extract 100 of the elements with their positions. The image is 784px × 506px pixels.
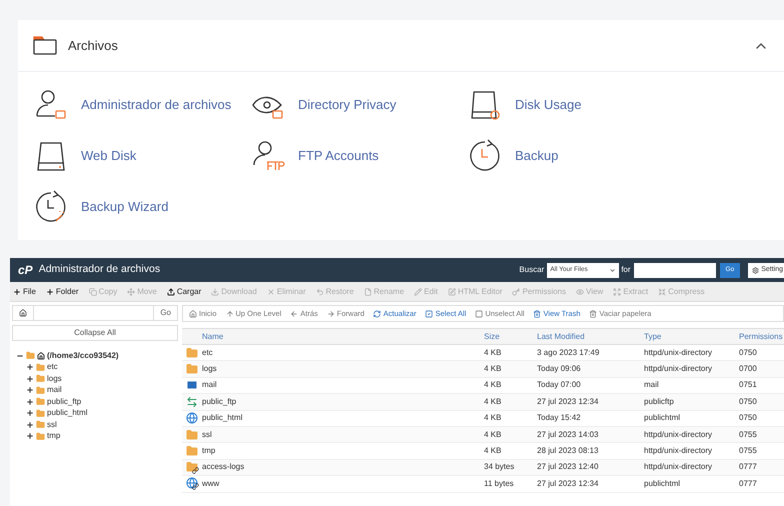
clock-wand-icon (34, 190, 68, 224)
table-cell-text: 4 KB (484, 346, 502, 359)
toolbar-button[interactable]: File (13, 286, 36, 298)
tree-item[interactable]: public_html (47, 407, 88, 420)
toolbar-button[interactable]: Folder (46, 286, 79, 298)
folder-icon (186, 445, 198, 458)
table-cell-text: 0700 (739, 363, 758, 376)
expand-icon[interactable] (26, 374, 34, 383)
collapse-all-button[interactable]: Collapse All (12, 325, 178, 341)
table-cell-text: 27 jul 2023 12:34 (537, 396, 600, 408)
feature-link[interactable]: FTP Accounts (251, 138, 468, 173)
file-icon (364, 288, 372, 296)
upload-icon (166, 288, 175, 296)
table-cell-text: httpd/unix-directory (644, 346, 714, 359)
feature-link[interactable]: Disk Usage (468, 87, 784, 122)
expand-icon[interactable] (26, 432, 34, 440)
home-icon[interactable] (19, 309, 27, 317)
user-ftp-icon (251, 138, 285, 172)
table-cell-text: 0755 (739, 445, 758, 458)
home-icon (189, 310, 197, 318)
table-cell-text: Today 07:00 (537, 379, 582, 392)
pencil-icon (414, 288, 422, 296)
column-header[interactable]: Name (202, 330, 484, 342)
arrow-left-icon (290, 310, 298, 318)
expand-icon[interactable] (26, 386, 34, 394)
column-header[interactable]: Last Modified (537, 330, 644, 342)
tree-item[interactable]: public_ftp (47, 396, 82, 408)
table-cell-text: 27 jul 2023 12:34 (537, 478, 600, 490)
table-cell-text: 4 KB (484, 396, 502, 408)
table-cell-text: httpd/unix-directory (644, 445, 714, 458)
file-name[interactable]: public_html (202, 412, 484, 424)
table-cell-text: 0777 (739, 461, 758, 474)
path-field[interactable]: Go (12, 305, 178, 321)
home-icon (37, 352, 45, 360)
table-cell-text: Today 09:06 (537, 363, 582, 376)
key-icon (512, 288, 520, 296)
trash-icon (533, 310, 542, 318)
column-header[interactable]: Type (644, 330, 739, 342)
folder-icon (186, 363, 198, 376)
file-name[interactable]: public_ftp (202, 396, 484, 408)
globe-icon (186, 412, 198, 424)
move-arrows-icon (127, 288, 136, 296)
table-cell-text: 4 KB (484, 412, 502, 424)
toolbar-button[interactable]: Cargar (166, 286, 202, 298)
file-name[interactable]: tmp (202, 445, 484, 458)
close-icon (266, 288, 275, 296)
table-cell-text: mail (644, 379, 660, 392)
tree-item[interactable]: ssl (47, 418, 57, 431)
expand-icon (613, 288, 622, 296)
table-cell-text: 0751 (739, 379, 758, 392)
file-name[interactable]: ssl (202, 428, 484, 441)
table-cell-text: 0755 (739, 428, 758, 441)
eye-icon (576, 288, 584, 296)
table-cell-text: httpd/unix-directory (644, 461, 714, 474)
expand-icon[interactable] (26, 363, 34, 372)
file-name[interactable]: logs (202, 363, 484, 376)
globe-link-icon (186, 477, 199, 490)
tree-item[interactable]: etc (47, 361, 58, 374)
section-title: Archivos (68, 36, 118, 55)
table-cell-text: publicftp (644, 396, 675, 408)
folder-icon (36, 408, 45, 418)
feature-link[interactable]: Directory Privacy (251, 87, 468, 122)
expand-icon[interactable] (26, 409, 34, 418)
folder-icon (36, 420, 45, 430)
table-cell-text: 4 KB (484, 363, 502, 376)
table-cell-text: 4 KB (484, 428, 502, 441)
go-button[interactable]: Go (154, 306, 177, 320)
copy-icon (88, 288, 97, 296)
folder-icon (186, 346, 198, 359)
for-label: for (621, 264, 631, 276)
feature-link[interactable]: Backup Wizard (34, 189, 251, 224)
folder-link-icon (186, 460, 199, 474)
tree-item[interactable]: tmp (47, 430, 60, 442)
clock-arrow-icon (468, 138, 502, 172)
folder-icon (33, 36, 57, 55)
undo-icon (316, 288, 324, 296)
feature-link[interactable]: Backup (468, 138, 784, 173)
feature-link[interactable]: Administrador de archivos (34, 87, 251, 122)
tree-item[interactable]: mail (47, 384, 62, 396)
dropdown-caret-icon (609, 266, 616, 274)
expand-icon[interactable] (26, 420, 34, 429)
folder-icon (186, 428, 198, 441)
file-name[interactable]: etc (202, 346, 484, 359)
tree-item[interactable]: logs (47, 372, 62, 385)
column-header[interactable]: Size (484, 330, 537, 342)
file-name[interactable]: mail (202, 379, 484, 392)
folder-icon (36, 362, 45, 372)
edit-icon (448, 288, 456, 296)
expand-icon[interactable] (26, 398, 34, 406)
file-name[interactable]: www (202, 478, 484, 490)
column-header[interactable]: Permissions (739, 330, 784, 342)
table-cell-text: publichtml (644, 412, 682, 424)
file-name[interactable]: access-logs (202, 461, 484, 474)
user-folder-icon (34, 88, 68, 122)
app-title: Administrador de archivos (38, 262, 160, 278)
search-field[interactable] (634, 262, 716, 278)
tree-item[interactable]: (/home3/cco93542) (47, 350, 119, 362)
folder-icon (36, 374, 45, 384)
feature-link[interactable]: Web Disk (34, 138, 251, 173)
download-icon (211, 288, 220, 296)
